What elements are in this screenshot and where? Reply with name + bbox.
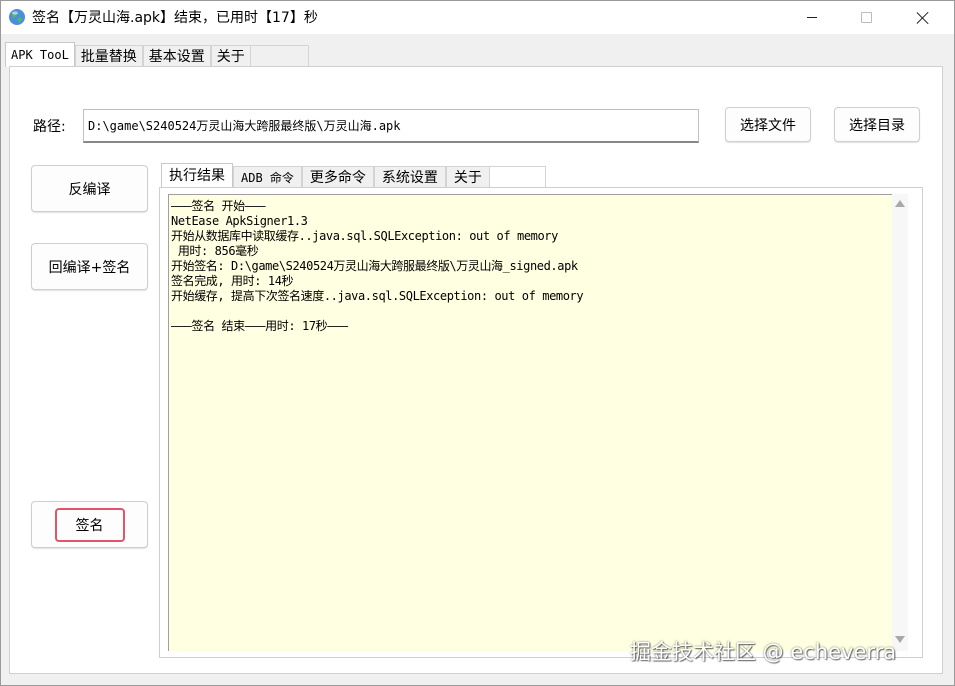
title-bar[interactable]: 签名【万灵山海.apk】结束，已用时【17】秒 bbox=[1, 1, 954, 34]
tab-sub-about[interactable]: 关于 bbox=[445, 166, 490, 188]
recompile-sign-button[interactable]: 回编译+签名 bbox=[31, 243, 148, 290]
tab-adb-command[interactable]: ADB 命令 bbox=[233, 166, 302, 188]
sub-tab-spacer bbox=[489, 166, 546, 188]
output-scrollbar[interactable] bbox=[892, 194, 908, 651]
app-window: 签名【万灵山海.apk】结束，已用时【17】秒 APK TooL 批量替换 基本… bbox=[0, 0, 955, 686]
tab-more-commands[interactable]: 更多命令 bbox=[301, 166, 374, 188]
sign-button[interactable]: 签名 bbox=[31, 501, 148, 548]
path-label: 路径: bbox=[33, 119, 66, 135]
log-line: 开始从数据库中读取缓存..java.sql.SQLException: out … bbox=[171, 229, 558, 243]
path-input[interactable] bbox=[83, 109, 699, 143]
log-line: ———签名 结束———用时: 17秒——— bbox=[171, 319, 348, 333]
log-line: 用时: 856毫秒 bbox=[171, 244, 259, 258]
close-button[interactable] bbox=[900, 1, 946, 34]
scroll-up-arrow-icon[interactable] bbox=[895, 200, 905, 207]
output-log[interactable]: ———签名 开始——— NetEase ApkSigner1.3 开始从数据库中… bbox=[168, 194, 892, 651]
log-line: 签名完成, 用时: 14秒 bbox=[171, 274, 294, 288]
maximize-icon bbox=[860, 12, 872, 23]
log-line: 开始缓存, 提高下次签名速度..java.sql.SQLException: o… bbox=[171, 289, 584, 303]
watermark: 掘金技术社区 @ echeverra bbox=[630, 640, 897, 664]
decompile-button[interactable]: 反编译 bbox=[31, 165, 148, 212]
minimize-button[interactable] bbox=[789, 1, 835, 34]
choose-file-button[interactable]: 选择文件 bbox=[725, 107, 811, 142]
log-line: 开始签名: D:\game\S240524万灵山海大跨服最终版\万灵山海_sig… bbox=[171, 259, 578, 273]
sign-button-label: 签名 bbox=[54, 507, 125, 542]
main-tab-strip: APK TooL 批量替换 基本设置 关于 bbox=[5, 42, 309, 67]
sub-tab-strip: 执行结果 ADB 命令 更多命令 系统设置 关于 bbox=[161, 163, 546, 188]
tab-batch-replace[interactable]: 批量替换 bbox=[74, 45, 143, 67]
maximize-button[interactable] bbox=[843, 1, 889, 34]
choose-directory-button[interactable]: 选择目录 bbox=[834, 107, 920, 142]
log-line: ———签名 开始——— bbox=[171, 199, 266, 213]
tab-strip-spacer bbox=[250, 45, 309, 67]
tab-system-settings[interactable]: 系统设置 bbox=[373, 166, 446, 188]
globe-icon bbox=[9, 9, 25, 25]
tab-apk-tool[interactable]: APK TooL bbox=[5, 42, 75, 67]
tab-about[interactable]: 关于 bbox=[210, 45, 251, 67]
minimize-icon bbox=[807, 17, 817, 18]
window-title: 签名【万灵山海.apk】结束，已用时【17】秒 bbox=[32, 10, 318, 26]
scroll-down-arrow-icon[interactable] bbox=[895, 636, 905, 643]
tab-execution-result[interactable]: 执行结果 bbox=[161, 163, 233, 188]
close-icon bbox=[917, 12, 929, 24]
tab-basic-settings[interactable]: 基本设置 bbox=[142, 45, 211, 67]
log-line: NetEase ApkSigner1.3 bbox=[171, 214, 308, 228]
